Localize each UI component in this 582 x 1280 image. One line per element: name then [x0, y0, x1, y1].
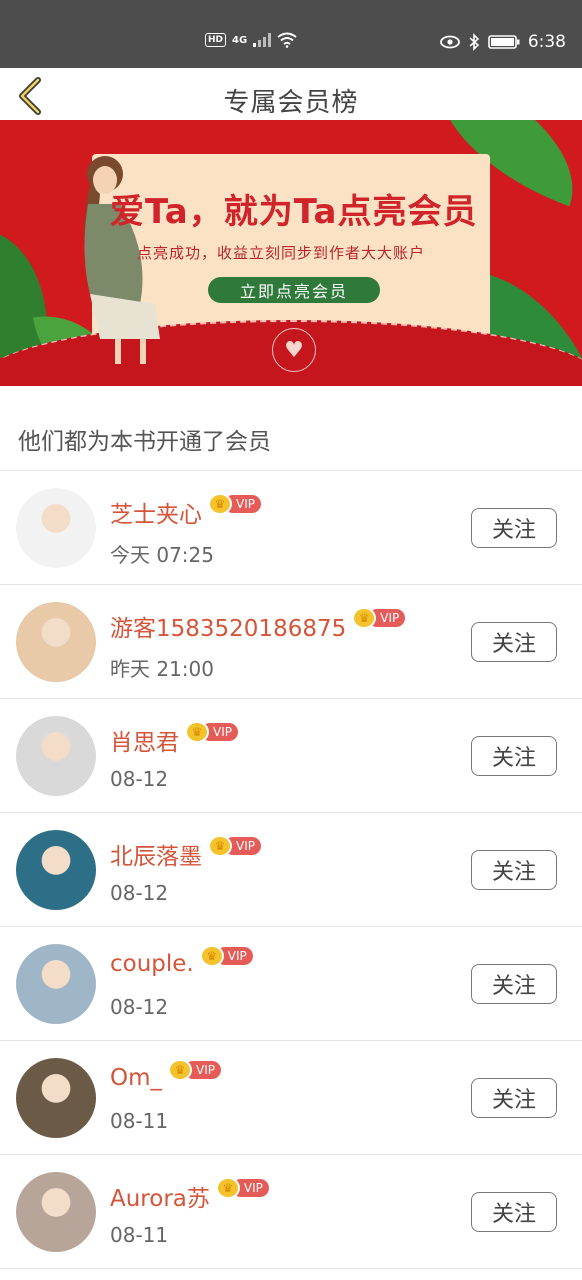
join-time: 08-11 — [110, 1223, 169, 1247]
clock: 6:38 — [527, 32, 566, 52]
avatar[interactable] — [16, 1058, 96, 1138]
status-icons-right: 6:38 — [439, 32, 566, 52]
follow-button[interactable]: 关注 — [471, 622, 557, 662]
vip-badge: ♛ VIP — [199, 945, 253, 967]
follow-button[interactable]: 关注 — [471, 964, 557, 1004]
join-time: 08-11 — [110, 1109, 169, 1133]
member-name[interactable]: 芝士夹心 — [110, 495, 202, 529]
crown-icon: ♛ — [208, 493, 232, 515]
member-name[interactable]: couple. — [110, 951, 194, 977]
hd-badge: HD — [205, 33, 227, 47]
member-row[interactable]: 肖思君 ♛ VIP 08-12 关注 — [0, 699, 582, 813]
wifi-icon — [277, 32, 297, 48]
network-label: 4G — [232, 34, 248, 46]
member-row[interactable]: Aurora苏 ♛ VIP 08-11 关注 — [0, 1155, 582, 1269]
avatar[interactable] — [16, 602, 96, 682]
crown-icon: ♛ — [185, 721, 209, 743]
crown-icon: ♛ — [215, 1177, 240, 1199]
bluetooth-icon — [469, 33, 479, 51]
join-time: 08-12 — [110, 881, 169, 905]
join-time: 08-12 — [110, 995, 169, 1019]
vip-badge: ♛ VIP — [352, 607, 406, 629]
page-title: 专属会员榜 — [223, 88, 359, 118]
vip-badge: ♛ VIP — [215, 1177, 269, 1199]
follow-button[interactable]: 关注 — [471, 1192, 557, 1232]
member-row[interactable]: 芝士夹心 ♛ VIP 今天 07:25 关注 — [0, 471, 582, 585]
banner-subtitle: 点亮成功，收益立刻同步到作者大大账户 — [137, 244, 426, 262]
member-row[interactable]: 游客1583520186875 ♛ VIP 昨天 21:00 关注 — [0, 585, 582, 699]
follow-button[interactable]: 关注 — [471, 1078, 557, 1118]
section-title: 他们都为本书开通了会员 — [18, 429, 271, 455]
follow-button[interactable]: 关注 — [471, 850, 557, 890]
name-line: Aurora苏 ♛ VIP — [110, 1177, 269, 1213]
signal-icon — [253, 33, 272, 47]
join-time: 08-12 — [110, 767, 169, 791]
member-name[interactable]: Om_ — [110, 1065, 162, 1091]
vip-badge: ♛ VIP — [185, 721, 238, 743]
member-row[interactable]: 北辰落墨 ♛ VIP 08-12 关注 — [0, 813, 582, 927]
member-row[interactable]: Om_ ♛ VIP 08-11 关注 — [0, 1041, 582, 1155]
member-name[interactable]: 肖思君 — [110, 723, 179, 757]
status-icons-left: HD 4G — [205, 32, 297, 48]
name-line: 肖思君 ♛ VIP — [110, 721, 238, 757]
vip-badge: ♛ VIP — [208, 493, 261, 515]
heart-seal-icon: ♥ — [272, 328, 316, 372]
name-line: couple. ♛ VIP — [110, 945, 253, 977]
light-up-vip-button[interactable]: 立即点亮会员 — [208, 277, 380, 303]
avatar[interactable] — [16, 830, 96, 910]
join-time: 今天 07:25 — [110, 543, 214, 567]
name-line: 芝士夹心 ♛ VIP — [110, 493, 261, 529]
crown-icon: ♛ — [208, 835, 232, 857]
status-bar: HD 4G 6:38 — [0, 0, 582, 68]
avatar[interactable] — [16, 1172, 96, 1252]
name-line: 游客1583520186875 ♛ VIP — [110, 607, 406, 643]
promo-banner[interactable]: 爱Ta，就为Ta点亮会员 点亮成功，收益立刻同步到作者大大账户 立即点亮会员 ♥ — [0, 120, 582, 386]
banner-title: 爱Ta，就为Ta点亮会员 — [110, 192, 478, 232]
member-row[interactable]: couple. ♛ VIP 08-12 关注 — [0, 927, 582, 1041]
member-list: 芝士夹心 ♛ VIP 今天 07:25 关注 游客1583520186875 ♛ V… — [0, 471, 582, 1269]
crown-icon: ♛ — [199, 945, 224, 967]
avatar[interactable] — [16, 944, 96, 1024]
member-name[interactable]: Aurora苏 — [110, 1179, 210, 1213]
battery-icon — [488, 35, 520, 49]
follow-button[interactable]: 关注 — [471, 508, 557, 548]
avatar[interactable] — [16, 488, 96, 568]
vip-badge: ♛ VIP — [168, 1059, 221, 1081]
member-name[interactable]: 北辰落墨 — [110, 837, 202, 871]
member-name[interactable]: 游客1583520186875 — [110, 609, 346, 643]
vip-badge: ♛ VIP — [208, 835, 261, 857]
name-line: 北辰落墨 ♛ VIP — [110, 835, 261, 871]
crown-icon: ♛ — [168, 1059, 193, 1081]
follow-button[interactable]: 关注 — [471, 736, 557, 776]
avatar[interactable] — [16, 716, 96, 796]
eye-icon — [439, 35, 460, 49]
page-header: 专属会员榜 — [0, 68, 582, 120]
name-line: Om_ ♛ VIP — [110, 1059, 221, 1091]
join-time: 昨天 21:00 — [110, 657, 214, 681]
